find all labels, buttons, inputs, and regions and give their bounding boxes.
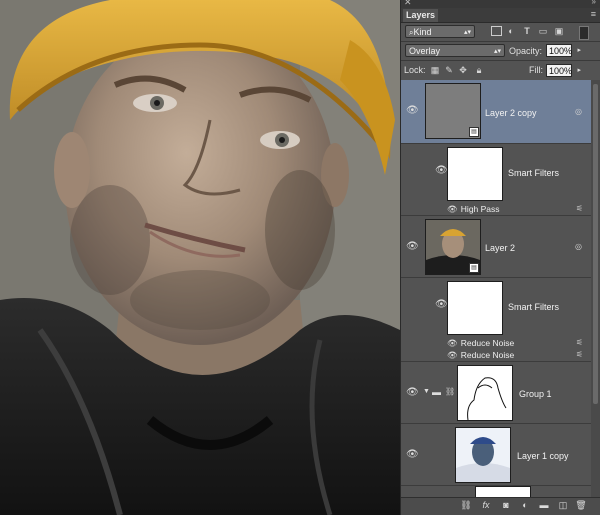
- filter-mask-thumbnail: [447, 147, 503, 201]
- chevron-down-icon: ▴▾: [463, 29, 471, 36]
- eye-icon[interactable]: 👁︎: [435, 300, 448, 310]
- portrait-photo: [0, 0, 400, 515]
- expand-triangle-icon[interactable]: ▼: [423, 388, 430, 395]
- chevron-right-icon[interactable]: ▸: [577, 65, 581, 77]
- adjustment-icon[interactable]: ◐: [518, 500, 532, 510]
- panel-menu-icon[interactable]: ≡: [591, 9, 596, 19]
- image-canvas[interactable]: [0, 0, 400, 515]
- eye-icon[interactable]: 👁︎: [406, 450, 419, 460]
- layer-row-layer-1-copy[interactable]: 👁︎ Layer 1 copy: [401, 424, 591, 486]
- fill-value: 100%: [549, 66, 573, 76]
- fill-label: Fill:: [529, 65, 543, 75]
- thumbnail-image: [456, 428, 510, 482]
- layers-bottom-bar: ⛓︎ fx ◙ ◐ ▬ ◫ 🗑︎: [401, 497, 600, 515]
- pixel-filter-icon[interactable]: [491, 26, 502, 36]
- smart-filters-label: Smart Filters: [508, 168, 560, 178]
- smart-filters-row[interactable]: 👁︎ Smart Filters 👁︎ Reduce Noise ⚟ 👁︎ Redu…: [401, 278, 591, 362]
- panel-tab-row: Layers ≡: [401, 8, 600, 23]
- fx-icon[interactable]: fx: [479, 500, 493, 510]
- lock-brush-icon[interactable]: ✎: [443, 64, 455, 76]
- blend-mode-dropdown[interactable]: Overlay ▴▾: [405, 44, 505, 57]
- opacity-value: 100%: [549, 46, 573, 56]
- filter-kind-dropdown[interactable]: ⌕Kind ▴▾: [405, 25, 475, 38]
- lock-label: Lock:: [404, 65, 426, 75]
- lock-row: Lock: ▦ ✎ ✥ 🔒︎ Fill: 100% ▸: [401, 61, 600, 80]
- panel-title-strip: ✕ »: [401, 0, 600, 8]
- trash-icon[interactable]: 🗑︎: [574, 500, 588, 511]
- tab-layers[interactable]: Layers: [403, 9, 439, 22]
- layer-row-group-1[interactable]: 👁︎ ▼ ▬ ⛓︎ Group 1: [401, 362, 591, 424]
- layer-name[interactable]: Layer 2 copy: [485, 108, 537, 118]
- filter-options-icon[interactable]: ⚟: [576, 350, 583, 359]
- filter-item-reduce-noise[interactable]: 👁︎ Reduce Noise: [447, 350, 514, 361]
- filter-item-reduce-noise[interactable]: 👁︎ Reduce Noise: [447, 338, 514, 349]
- blend-row: Overlay ▴▾ Opacity: 100% ▸: [401, 42, 600, 60]
- eye-icon[interactable]: 👁︎: [406, 242, 419, 252]
- adjustment-filter-icon[interactable]: ◐: [505, 25, 517, 37]
- filter-options-icon[interactable]: ⚟: [576, 338, 583, 347]
- chevron-down-icon: ▴▾: [493, 48, 501, 55]
- eye-icon[interactable]: 👁︎: [447, 204, 458, 214]
- fill-input[interactable]: 100% ▸: [546, 64, 581, 77]
- filter-mask-thumbnail: [447, 281, 503, 335]
- link-icon: ◎: [575, 242, 582, 251]
- layer-row-layer-2-copy[interactable]: 👁︎ ▤ Layer 2 copy ◎: [401, 80, 591, 144]
- link-icon: ⛓︎: [445, 387, 456, 396]
- eye-icon[interactable]: 👁︎: [447, 338, 458, 348]
- type-filter-icon[interactable]: T: [521, 25, 533, 37]
- filter-kind-value: Kind: [413, 27, 432, 37]
- layer-name[interactable]: Layer 1 copy: [517, 451, 569, 461]
- smart-filters-label: Smart Filters: [508, 302, 560, 312]
- eye-icon[interactable]: 👁︎: [447, 350, 458, 360]
- lock-transparent-icon[interactable]: ▦: [429, 64, 441, 76]
- layer-thumbnail: ▤: [425, 83, 481, 139]
- smart-filters-row[interactable]: 👁︎ Smart Filters 👁︎ High Pass ⚟: [401, 144, 591, 216]
- filter-item-high-pass[interactable]: 👁︎ High Pass: [447, 204, 500, 215]
- smart-object-filter-icon[interactable]: ▣: [553, 25, 565, 37]
- eye-icon[interactable]: 👁︎: [406, 388, 419, 398]
- filter-name: Reduce Noise: [460, 338, 515, 348]
- blend-mode-value: Overlay: [409, 46, 441, 56]
- eye-icon[interactable]: 👁︎: [406, 106, 419, 116]
- lock-all-icon[interactable]: 🔒︎: [473, 64, 485, 76]
- double-arrow-icon[interactable]: »: [592, 0, 596, 6]
- eye-icon[interactable]: 👁︎: [435, 166, 448, 176]
- smart-object-icon: ▤: [469, 263, 479, 273]
- opacity-label: Opacity:: [509, 46, 543, 56]
- layers-list: 👁︎ ▤ Layer 2 copy ◎ 👁︎ Smart Filters 👁︎ H…: [401, 80, 591, 498]
- layer-name[interactable]: Layer 2: [485, 243, 515, 253]
- layer-mask-thumbnail: [457, 365, 513, 421]
- filter-row: ⌕Kind ▴▾ ◐ T ▭ ▣: [401, 23, 600, 41]
- layer-thumbnail: [455, 427, 511, 483]
- lock-position-icon[interactable]: ✥: [457, 64, 469, 76]
- link-icon: ◎: [575, 107, 582, 116]
- layers-panel: ✕ » Layers ≡ ⌕Kind ▴▾ ◐ T ▭ ▣ Overlay ▴▾…: [400, 0, 600, 515]
- mask-icon[interactable]: ◙: [499, 500, 513, 510]
- link-layers-icon[interactable]: ⛓︎: [459, 500, 473, 511]
- smart-object-icon: ▤: [469, 127, 479, 137]
- shape-filter-icon[interactable]: ▭: [537, 25, 549, 37]
- layer-thumbnail: ▤: [425, 219, 481, 275]
- chevron-right-icon[interactable]: ▸: [577, 45, 581, 57]
- scrollbar-thumb[interactable]: [593, 84, 598, 404]
- mask-silhouette: [467, 377, 507, 421]
- layer-row-layer-2[interactable]: 👁︎ ▤ Layer 2 ◎: [401, 216, 591, 278]
- new-layer-icon[interactable]: ◫: [556, 500, 570, 511]
- close-icon[interactable]: ✕: [404, 0, 412, 8]
- filter-toggle[interactable]: [579, 26, 589, 40]
- new-group-icon[interactable]: ▬: [537, 500, 551, 510]
- folder-icon: ▬: [432, 387, 441, 397]
- layers-scrollbar[interactable]: [591, 80, 600, 498]
- filter-options-icon[interactable]: ⚟: [576, 204, 583, 213]
- filter-name: High Pass: [460, 204, 500, 214]
- opacity-input[interactable]: 100% ▸: [546, 44, 581, 57]
- layer-name[interactable]: Group 1: [519, 389, 552, 399]
- filter-name: Reduce Noise: [460, 350, 515, 360]
